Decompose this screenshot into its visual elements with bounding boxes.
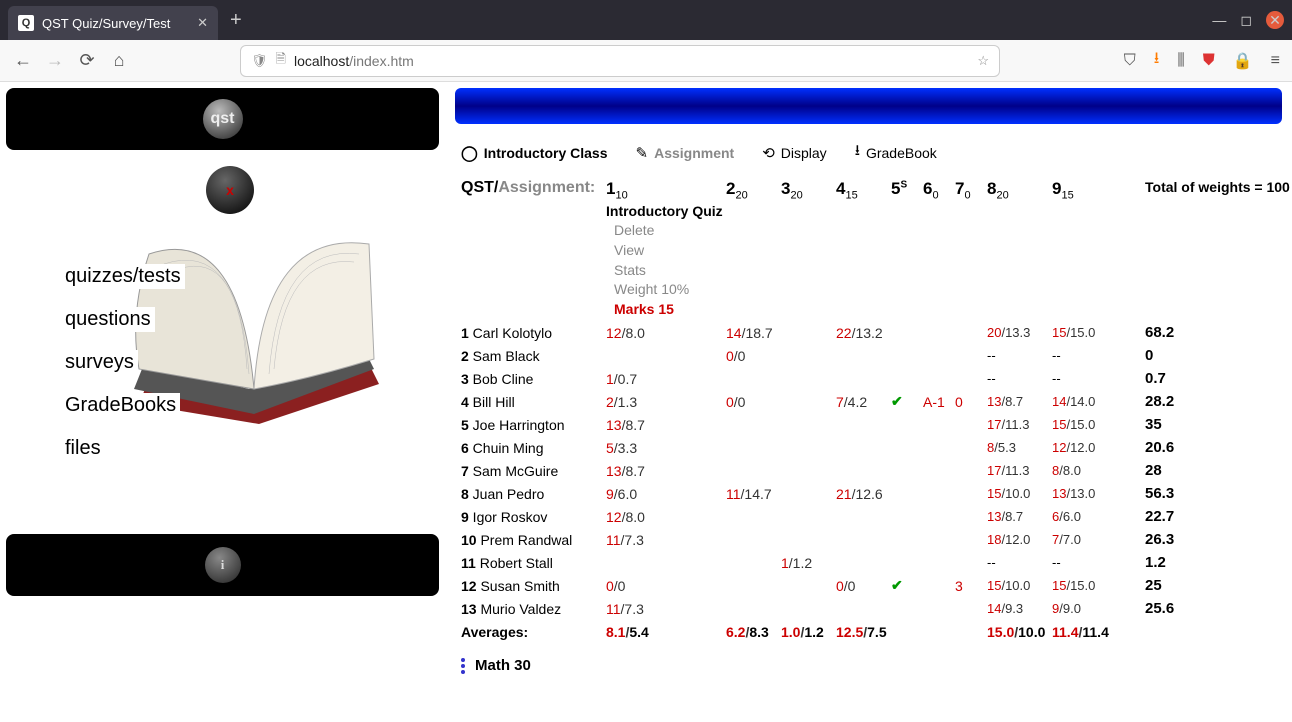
- student-row[interactable]: 13 Murio Valdez11/7.314/9.39/9.025.6: [455, 597, 1282, 620]
- action-row: ◯ Introductory Class ✎ Assignment ⟲ Disp…: [455, 136, 1282, 169]
- expanded-quiz-title: Introductory Quiz: [606, 203, 726, 219]
- marks-option[interactable]: Marks 15: [614, 300, 726, 320]
- quiz-menu: Delete View Stats Weight 10% Marks 15: [614, 221, 726, 319]
- reload-button[interactable]: ⟳: [76, 50, 98, 71]
- logo-panel: qst: [6, 88, 439, 150]
- url-text: localhost/index.htm: [294, 53, 414, 69]
- student-row[interactable]: 6 Chuin Ming5/3.38/5.312/12.020.6: [455, 436, 1282, 459]
- browser-tab[interactable]: Q QST Quiz/Survey/Test ✕: [8, 6, 218, 40]
- student-row[interactable]: 2 Sam Black0/0----0: [455, 344, 1282, 367]
- window-close-icon[interactable]: ✕: [1266, 11, 1284, 29]
- tab-close-icon[interactable]: ✕: [197, 15, 208, 31]
- sidebar: qst x quizzes/tests questions surveys: [0, 82, 445, 722]
- column-5[interactable]: 5S: [891, 179, 923, 199]
- window-controls: — ◻ ✕: [1212, 11, 1284, 29]
- title-bar: [455, 88, 1282, 124]
- info-panel: i: [6, 534, 439, 596]
- stats-option[interactable]: Stats: [614, 261, 726, 281]
- back-button[interactable]: ←: [12, 50, 34, 71]
- student-row[interactable]: 7 Sam McGuire13/8.717/11.38/8.028: [455, 459, 1282, 482]
- student-row[interactable]: 8 Juan Pedro9/6.011/14.721/12.615/10.013…: [455, 482, 1282, 505]
- radio-icon: ◯: [461, 144, 478, 162]
- main-content: ◯ Introductory Class ✎ Assignment ⟲ Disp…: [445, 82, 1292, 722]
- column-2[interactable]: 220: [726, 179, 781, 201]
- window-maximize-icon[interactable]: ◻: [1240, 12, 1252, 29]
- book-illustration: quizzes/tests questions surveys GradeBoo…: [6, 204, 439, 514]
- more-icon: [461, 658, 465, 674]
- student-row[interactable]: 9 Igor Roskov12/8.013/8.76/6.022.7: [455, 505, 1282, 528]
- toolbar-icons: ⛉ ⭳ ⫼ ⛊ 🔒 ≡: [1124, 47, 1280, 74]
- column-3[interactable]: 320: [781, 179, 836, 201]
- table-header: QST/Assignment: 110 Introductory Quiz De…: [455, 177, 1282, 321]
- display-action[interactable]: ⟲ Display: [762, 144, 826, 162]
- weights-total: Total of weights = 100 %: [1145, 179, 1292, 195]
- sidebar-item-files[interactable]: files: [61, 436, 105, 461]
- gradebook-action[interactable]: ⭳ GradeBook: [855, 140, 937, 165]
- address-bar[interactable]: 🛡 🗎 localhost/index.htm ☆: [240, 45, 1000, 77]
- library-icon[interactable]: ⫼: [1177, 52, 1184, 70]
- bookmark-icon[interactable]: ☆: [977, 53, 989, 69]
- browser-tab-bar: Q QST Quiz/Survey/Test ✕ + — ◻ ✕: [0, 0, 1292, 40]
- shield-icon[interactable]: 🛡: [251, 53, 268, 69]
- column-8[interactable]: 820: [987, 179, 1052, 201]
- sidebar-item-surveys[interactable]: surveys: [61, 350, 138, 375]
- grade-table: QST/Assignment: 110 Introductory Quiz De…: [455, 177, 1282, 643]
- column-4[interactable]: 415: [836, 179, 891, 201]
- column-1[interactable]: 110 Introductory Quiz Delete View Stats …: [606, 179, 726, 319]
- student-row[interactable]: 12 Susan Smith0/00/0✔315/10.015/15.025: [455, 574, 1282, 597]
- assignment-action[interactable]: ✎ Assignment: [636, 144, 735, 162]
- qst-logo[interactable]: qst: [203, 99, 243, 139]
- student-row[interactable]: 4 Bill Hill2/1.30/07/4.2✔A-1013/8.714/14…: [455, 390, 1282, 413]
- qst-assignment-label: QST/Assignment:: [461, 179, 595, 196]
- student-row[interactable]: 11 Robert Stall1/1.2----1.2: [455, 551, 1282, 574]
- view-option[interactable]: View: [614, 241, 726, 261]
- student-row[interactable]: 1 Carl Kolotylo12/8.014/18.722/13.220/13…: [455, 321, 1282, 344]
- new-tab-button[interactable]: +: [230, 9, 242, 32]
- forward-button[interactable]: →: [44, 50, 66, 71]
- lock-icon[interactable]: 🗎: [276, 50, 286, 72]
- tab-title: QST Quiz/Survey/Test: [42, 16, 189, 31]
- column-6[interactable]: 60: [923, 179, 955, 201]
- sidebar-menu: quizzes/tests questions surveys GradeBoo…: [61, 264, 185, 461]
- student-row[interactable]: 5 Joe Harrington13/8.717/11.315/15.035: [455, 413, 1282, 436]
- download-icon[interactable]: ⭳: [1154, 47, 1160, 74]
- class-selector[interactable]: ◯ Introductory Class: [461, 144, 608, 162]
- sidebar-item-quizzes[interactable]: quizzes/tests: [61, 264, 185, 289]
- weight-option[interactable]: Weight 10%: [614, 280, 726, 300]
- pocket-icon[interactable]: ⛉: [1124, 52, 1136, 70]
- pencil-icon: ✎: [636, 144, 649, 162]
- window-minimize-icon[interactable]: —: [1212, 12, 1226, 28]
- column-9[interactable]: 915: [1052, 179, 1137, 201]
- sidebar-item-gradebooks[interactable]: GradeBooks: [61, 393, 180, 418]
- menu-icon[interactable]: ≡: [1271, 52, 1280, 70]
- column-7[interactable]: 70: [955, 179, 987, 201]
- sidebar-item-questions[interactable]: questions: [61, 307, 155, 332]
- browser-toolbar: ← → ⟳ ⌂ 🛡 🗎 localhost/index.htm ☆ ⛉ ⭳ ⫼ …: [0, 40, 1292, 82]
- home-button[interactable]: ⌂: [108, 50, 130, 71]
- security-icon[interactable]: 🔒: [1233, 51, 1253, 71]
- info-button[interactable]: i: [205, 547, 241, 583]
- refresh-icon: ⟲: [762, 144, 775, 162]
- tab-favicon: Q: [18, 15, 34, 31]
- ublock-icon[interactable]: ⛊: [1203, 52, 1215, 70]
- other-class[interactable]: Math 30: [455, 649, 1282, 682]
- student-row[interactable]: 3 Bob Cline1/0.7----0.7: [455, 367, 1282, 390]
- download-icon: ⭳: [855, 140, 860, 165]
- delete-option[interactable]: Delete: [614, 221, 726, 241]
- student-row[interactable]: 10 Prem Randwal11/7.318/12.07/7.026.3: [455, 528, 1282, 551]
- averages-row: Averages: 8.1/5.4 6.2/8.3 1.0/1.2 12.5/7…: [455, 620, 1282, 643]
